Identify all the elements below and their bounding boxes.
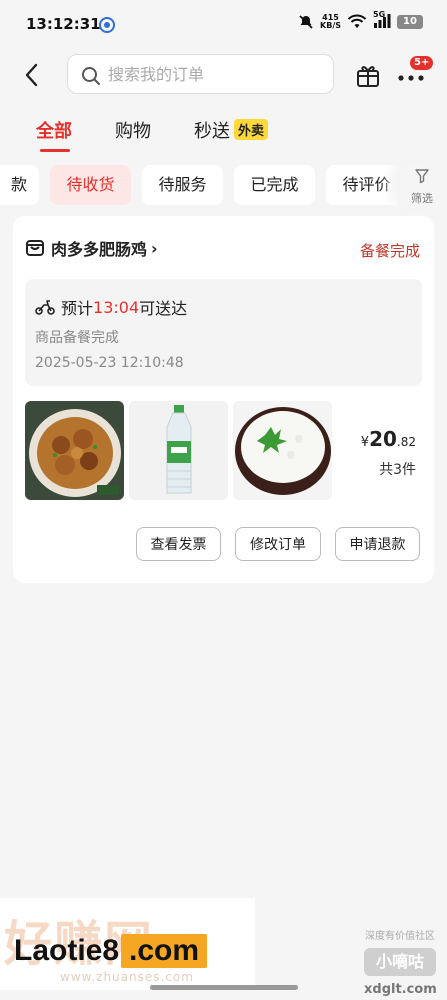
watermark-right-top: 深度有价值社区	[365, 931, 435, 942]
progress-text: 商品备餐完成	[35, 330, 119, 346]
modify-order-button[interactable]: 修改订单	[235, 527, 321, 561]
watermark-main-text: Laotie8 .com	[14, 934, 208, 968]
scooter-icon	[35, 300, 55, 315]
funnel-icon	[415, 169, 429, 184]
delivery-info[interactable]: 预计 13:04 可送达 商品备餐完成 2025-05-23 12:10:48	[25, 279, 422, 386]
eta-prefix: 预计	[61, 299, 94, 318]
active-tab-indicator	[40, 149, 70, 152]
order-search-box[interactable]	[67, 54, 334, 94]
status-bar: 13:12:31 415 KB/S 5G 10	[0, 0, 447, 48]
shop-name: 肉多多肥肠鸡	[51, 240, 148, 259]
message-badge: 5+	[410, 56, 434, 70]
network-speed: 415 KB/S	[320, 13, 341, 30]
eta-line: 预计 13:04 可送达	[35, 295, 187, 319]
shop-link[interactable]: 肉多多肥肠鸡 ›	[25, 236, 158, 260]
order-category-tabs: 全部 购物 秒送 外卖	[0, 117, 447, 153]
price-decimal: .82	[396, 435, 416, 449]
order-card[interactable]: 肉多多肥肠鸡 › 备餐完成 预计 13:04 可送达 商品备餐完成 2025-05-…	[13, 216, 434, 583]
home-indicator[interactable]	[150, 985, 298, 990]
water-bottle-image[interactable]	[129, 401, 228, 500]
takeout-tag: 外卖	[234, 119, 269, 140]
status-time: 13:12:31	[26, 15, 101, 33]
chip-partial[interactable]: 款	[0, 165, 39, 205]
rice-bowl-image[interactable]	[233, 401, 332, 500]
chip-to-service[interactable]: 待服务	[142, 165, 223, 205]
gift-icon[interactable]	[355, 62, 381, 88]
currency-symbol: ¥	[360, 435, 370, 450]
search-icon	[82, 67, 100, 85]
item-count: 共3件	[379, 462, 416, 478]
mute-bell-icon	[299, 15, 313, 29]
chevron-right-icon: ›	[151, 238, 158, 258]
braised-chicken-image[interactable]	[25, 401, 124, 500]
watermark-right-url: xdglt.com	[364, 982, 437, 997]
chip-to-receive[interactable]: 待收货	[50, 165, 131, 205]
signal-icon: 5G	[373, 10, 391, 30]
back-arrow-icon[interactable]	[18, 60, 46, 90]
eta-time: 13:04	[93, 297, 140, 317]
order-total-price: ¥20.82	[361, 427, 416, 451]
laotie8-watermark: 好赚网 Laotie8 .com www.zhuanses.com	[0, 898, 255, 990]
watermark-sub-text: www.zhuanses.com	[60, 970, 194, 984]
status-icons: 415 KB/S 5G 10	[298, 10, 423, 30]
view-invoice-button[interactable]: 查看发票	[136, 527, 221, 561]
price-integer: 20	[369, 427, 397, 451]
tab-instant-delivery[interactable]: 秒送 外卖	[194, 117, 269, 143]
tab-all[interactable]: 全部	[36, 117, 72, 143]
header-bar: 5+	[0, 52, 447, 98]
chip-to-review[interactable]: 待评价	[326, 165, 407, 205]
filter-button[interactable]: 筛选	[397, 165, 447, 205]
wifi-icon	[347, 14, 367, 28]
store-icon	[26, 240, 44, 256]
app-notification-icon	[99, 17, 115, 33]
xdglt-watermark: 深度有价值社区 小嘀咕 xdglt.com	[364, 927, 437, 997]
eta-suffix: 可送达	[139, 299, 188, 318]
progress-timestamp: 2025-05-23 12:10:48	[35, 355, 184, 371]
battery-indicator: 10	[397, 15, 423, 29]
tab-instant-delivery-label: 秒送	[194, 121, 230, 142]
tab-shopping[interactable]: 购物	[115, 117, 151, 143]
search-input[interactable]	[108, 61, 323, 87]
order-status: 备餐完成	[359, 242, 420, 260]
status-filter-chips: 款 待收货 待服务 已完成 待评价	[0, 165, 447, 205]
chip-completed[interactable]: 已完成	[234, 165, 315, 205]
filter-label: 筛选	[411, 192, 433, 205]
request-refund-button[interactable]: 申请退款	[335, 527, 420, 561]
watermark-right-logo: 小嘀咕	[364, 948, 436, 976]
